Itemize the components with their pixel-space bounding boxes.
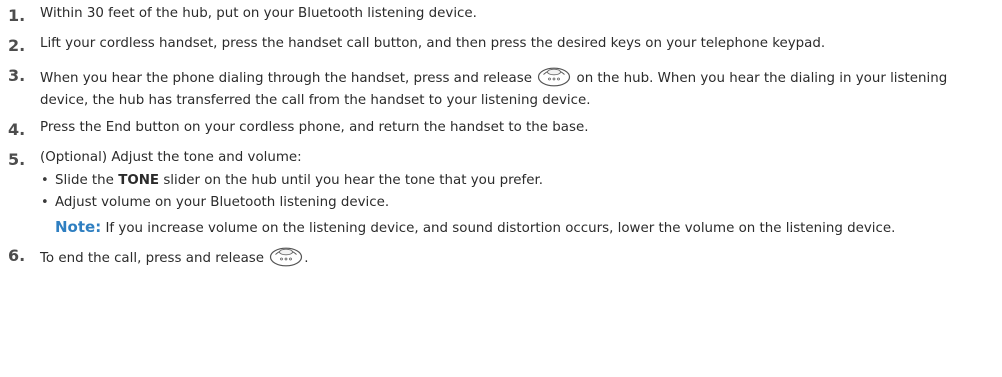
tone-label: TONE (118, 172, 160, 188)
step-text-after-icon: . (304, 251, 309, 266)
sub-item-text-before: Slide the (55, 172, 114, 188)
step-text: (Optional) Adjust the tone and volume: (40, 150, 302, 165)
hub-call-button-icon (269, 246, 303, 273)
sub-item-text: Slide the TONE slider on the hub until y… (55, 173, 543, 190)
step-1: 1. Within 30 feet of the hub, put on you… (8, 6, 988, 25)
step-2: 2. Lift your cordless handset, press the… (8, 36, 988, 55)
step-text: Lift your cordless handset, press the ha… (40, 36, 826, 51)
note-text: If you increase volume on the listening … (105, 220, 896, 236)
step-body: (Optional) Adjust the tone and volume: •… (40, 150, 988, 237)
note-label: Note: (55, 217, 102, 236)
instruction-page: 1. Within 30 feet of the hub, put on you… (0, 0, 1002, 377)
bullet-icon: • (41, 172, 49, 188)
step-text-before-icon: When you hear the phone dialing through … (40, 71, 532, 86)
note-body: Note: If you increase volume on the list… (55, 217, 896, 238)
hub-call-button-icon (537, 66, 571, 93)
step-3: 3. When you hear the phone dialing throu… (8, 66, 988, 109)
sub-item-tone: • Slide the TONE slider on the hub until… (40, 173, 988, 190)
sub-item-text-after: slider on the hub until you hear the ton… (163, 172, 544, 188)
step-number: 6. (8, 246, 26, 265)
step-number: 4. (8, 120, 26, 139)
step-number: 2. (8, 36, 26, 55)
step-text: Press the End button on your cordless ph… (40, 120, 589, 135)
step-text: When you hear the phone dialing through … (40, 66, 988, 109)
step-4: 4. Press the End button on your cordless… (8, 120, 988, 139)
bullet-icon: • (41, 195, 49, 210)
sub-item-volume: • Adjust volume on your Bluetooth listen… (40, 195, 988, 212)
step-text-before-icon: To end the call, press and release (40, 251, 265, 266)
step-number: 5. (8, 150, 26, 169)
step-text: Within 30 feet of the hub, put on your B… (40, 6, 477, 21)
sub-item-text: Adjust volume on your Bluetooth listenin… (55, 195, 390, 210)
step-number: 3. (8, 66, 26, 85)
step-number: 1. (8, 6, 26, 25)
step-5: 5. (Optional) Adjust the tone and volume… (8, 150, 988, 237)
note: Note: If you increase volume on the list… (40, 217, 988, 238)
step-6: 6. To end the call, press and release . (8, 246, 988, 273)
step-text: To end the call, press and release . (40, 246, 988, 273)
